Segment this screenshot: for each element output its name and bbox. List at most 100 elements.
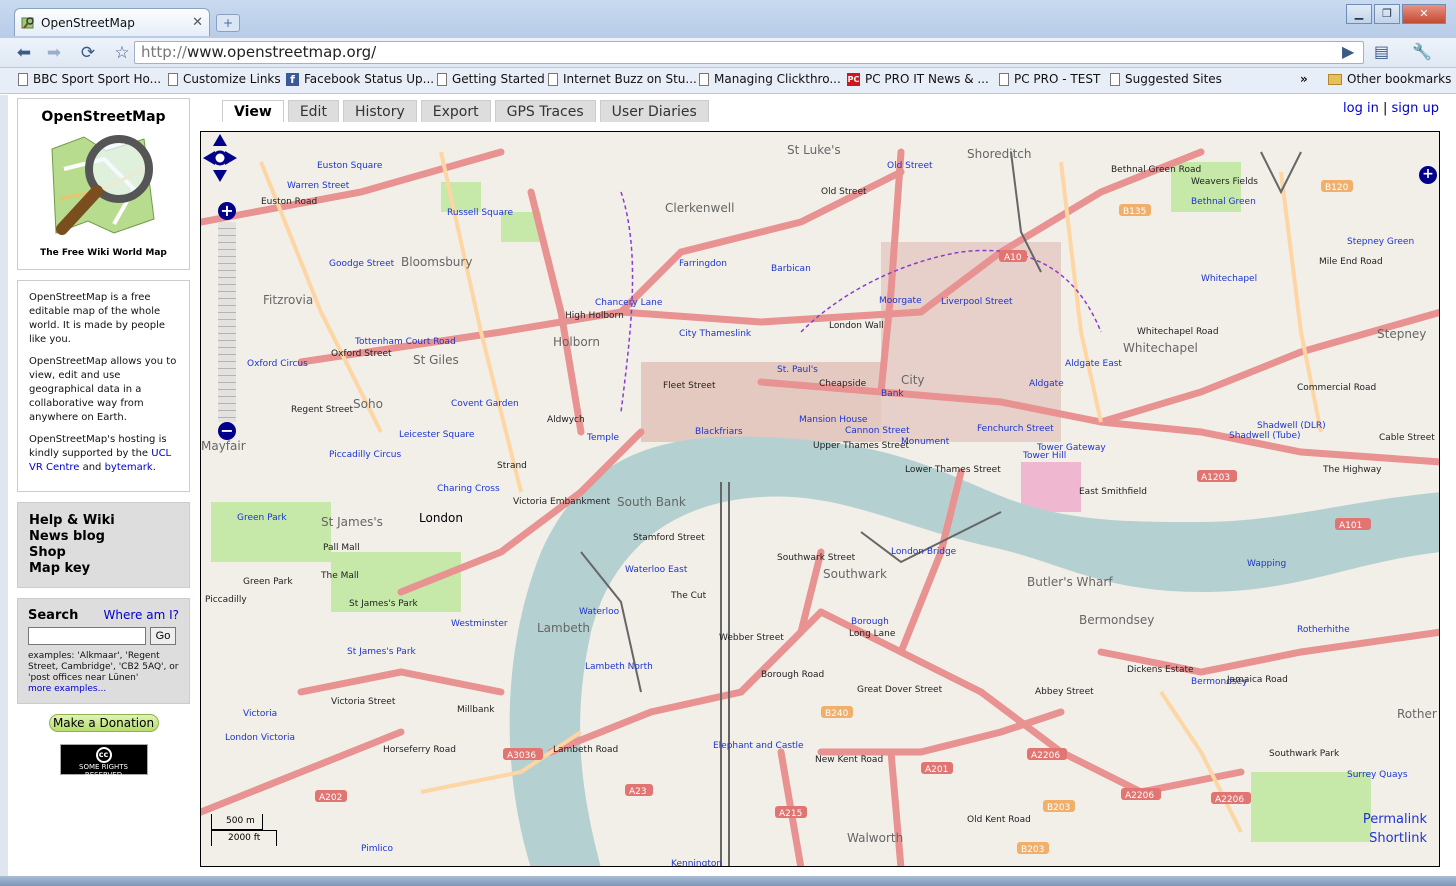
bookmarks-overflow-icon[interactable]: » [1300, 72, 1308, 86]
station-mansion-house[interactable]: Mansion House [799, 415, 868, 425]
station-moorgate[interactable]: Moorgate [879, 296, 922, 306]
station-temple[interactable]: Temple [586, 433, 619, 443]
bookmark-item[interactable]: Customize Links [168, 72, 281, 86]
station-tower-hill[interactable]: Tower Hill [1022, 451, 1066, 461]
station-piccadilly-circus[interactable]: Piccadilly Circus [329, 450, 401, 460]
close-window-button[interactable]: ✕ [1402, 4, 1446, 24]
station-elephant-castle[interactable]: Elephant and Castle [713, 741, 804, 751]
station-surrey-quays[interactable]: Surrey Quays [1347, 770, 1408, 780]
osm-logo-icon[interactable] [44, 129, 164, 241]
station-warren-street[interactable]: Warren Street [287, 181, 350, 191]
sign-up-link[interactable]: sign up [1392, 101, 1440, 116]
station-cannon-street[interactable]: Cannon Street [845, 426, 910, 436]
bookmark-item[interactable]: BBC Sport Sport Ho... [18, 72, 161, 86]
station-covent-garden[interactable]: Covent Garden [451, 399, 519, 409]
bytemark-link[interactable]: bytemark [105, 462, 153, 473]
tab-history[interactable]: History [342, 100, 417, 122]
station-euston-square[interactable]: Euston Square [317, 161, 383, 171]
station-chancery-lane[interactable]: Chancery Lane [595, 298, 663, 308]
shortlink-link[interactable]: Shortlink [1363, 829, 1427, 848]
map-key-link[interactable]: Map key [29, 561, 178, 577]
station-leicester-square[interactable]: Leicester Square [399, 430, 475, 440]
tab-edit[interactable]: Edit [287, 100, 339, 122]
station-charing-cross[interactable]: Charing Cross [437, 484, 500, 494]
station-farringdon[interactable]: Farringdon [679, 259, 727, 269]
maximize-button[interactable]: ❐ [1374, 4, 1400, 24]
minimize-button[interactable]: ▁ [1346, 4, 1372, 24]
station-shadwell-tube[interactable]: Shadwell (Tube) [1229, 431, 1301, 441]
log-in-link[interactable]: log in [1343, 101, 1379, 116]
station-lambeth-north[interactable]: Lambeth North [585, 662, 653, 672]
station-bank[interactable]: Bank [881, 389, 904, 399]
search-input[interactable] [28, 627, 146, 645]
zoom-in-button[interactable]: + [218, 202, 236, 220]
station-aldgate-east[interactable]: Aldgate East [1065, 359, 1122, 369]
cc-license-badge[interactable]: cc SOME RIGHTS RESERVED [59, 744, 148, 779]
station-old-street[interactable]: Old Street [887, 161, 933, 171]
layer-switcher-button[interactable]: + [1419, 166, 1437, 184]
bookmark-item[interactable]: PC PC PRO IT News & ... [847, 72, 989, 86]
bookmark-star-icon[interactable]: ☆ [110, 42, 134, 64]
forward-arrow-icon[interactable]: ➡ [42, 42, 66, 64]
station-kennington[interactable]: Kennington [671, 859, 722, 867]
news-blog-link[interactable]: News blog [29, 529, 178, 545]
permalink-link[interactable]: Permalink [1363, 810, 1427, 829]
station-fenchurch-street[interactable]: Fenchurch Street [977, 424, 1054, 434]
station-blackfriars[interactable]: Blackfriars [695, 427, 743, 437]
browser-tab[interactable]: OpenStreetMap ✕ [14, 8, 210, 36]
station-liverpool-street[interactable]: Liverpool Street [941, 297, 1013, 307]
bookmark-item[interactable]: Managing Clickthro... [699, 72, 841, 86]
station-waterloo[interactable]: Waterloo [579, 607, 620, 617]
station-goodge-street[interactable]: Goodge Street [329, 259, 395, 269]
logo-title[interactable]: OpenStreetMap [18, 109, 189, 125]
station-st-pauls[interactable]: St. Paul's [777, 365, 818, 375]
station-london-bridge[interactable]: London Bridge [891, 547, 957, 557]
tab-close-icon[interactable]: ✕ [192, 15, 203, 30]
address-bar[interactable]: http://www.openstreetmap.org/ [134, 41, 1364, 64]
station-oxford-circus[interactable]: Oxford Circus [247, 359, 308, 369]
tab-view[interactable]: View [222, 100, 284, 122]
bookmark-item[interactable]: f Facebook Status Up... [286, 72, 434, 86]
zoom-out-button[interactable]: − [218, 422, 236, 440]
other-bookmarks[interactable]: Other bookmarks [1328, 72, 1451, 86]
station-victoria[interactable]: Victoria [243, 709, 277, 719]
go-arrow-icon[interactable]: ▶ [1342, 42, 1354, 61]
bookmark-item[interactable]: Suggested Sites [1110, 72, 1222, 86]
station-aldgate[interactable]: Aldgate [1029, 379, 1064, 389]
station-st-jamess-park[interactable]: St James's Park [347, 647, 417, 657]
station-whitechapel[interactable]: Whitechapel [1201, 274, 1257, 284]
zoom-slider[interactable]: + − [215, 202, 239, 446]
station-stepney-green[interactable]: Stepney Green [1347, 237, 1414, 247]
where-am-i-link[interactable]: Where am I? [104, 608, 180, 622]
station-city-thameslink[interactable]: City Thameslink [679, 329, 752, 339]
station-london-victoria[interactable]: London Victoria [225, 733, 295, 743]
tab-export[interactable]: Export [420, 100, 491, 122]
new-tab-button[interactable]: + [216, 14, 240, 32]
bookmark-item[interactable]: Getting Started [437, 72, 545, 86]
map-tiles[interactable]: St Luke's Shoreditch Clerkenwell Bloomsb… [201, 132, 1440, 867]
bookmark-item[interactable]: Internet Buzz on Stu... [548, 72, 697, 86]
tab-gps-traces[interactable]: GPS Traces [494, 100, 596, 122]
reload-icon[interactable]: ⟳ [76, 42, 100, 64]
station-russell-square[interactable]: Russell Square [447, 208, 513, 218]
station-barbican[interactable]: Barbican [771, 264, 811, 274]
zoom-bar[interactable] [218, 222, 236, 422]
bookmark-item[interactable]: PC PRO - TEST [999, 72, 1100, 86]
map-view[interactable]: St Luke's Shoreditch Clerkenwell Bloomsb… [200, 131, 1440, 867]
station-bethnal-green[interactable]: Bethnal Green [1191, 197, 1256, 207]
more-examples-link[interactable]: more examples... [28, 684, 106, 694]
help-wiki-link[interactable]: Help & Wiki [29, 513, 178, 529]
search-go-button[interactable]: Go [150, 627, 176, 645]
station-tottenham-court-road[interactable]: Tottenham Court Road [354, 337, 456, 347]
shop-link[interactable]: Shop [29, 545, 178, 561]
tab-user-diaries[interactable]: User Diaries [599, 100, 709, 122]
wrench-icon[interactable]: 🔧 [1412, 42, 1432, 61]
station-wapping[interactable]: Wapping [1247, 559, 1286, 569]
station-shadwell-dlr[interactable]: Shadwell (DLR) [1257, 421, 1326, 431]
page-menu-icon[interactable]: ▤ [1374, 42, 1389, 61]
station-waterloo-east[interactable]: Waterloo East [625, 565, 688, 575]
donate-button[interactable]: Make a Donation [48, 714, 159, 732]
station-pimlico[interactable]: Pimlico [361, 844, 393, 854]
station-green-park[interactable]: Green Park [237, 513, 287, 523]
station-borough[interactable]: Borough [851, 617, 889, 627]
